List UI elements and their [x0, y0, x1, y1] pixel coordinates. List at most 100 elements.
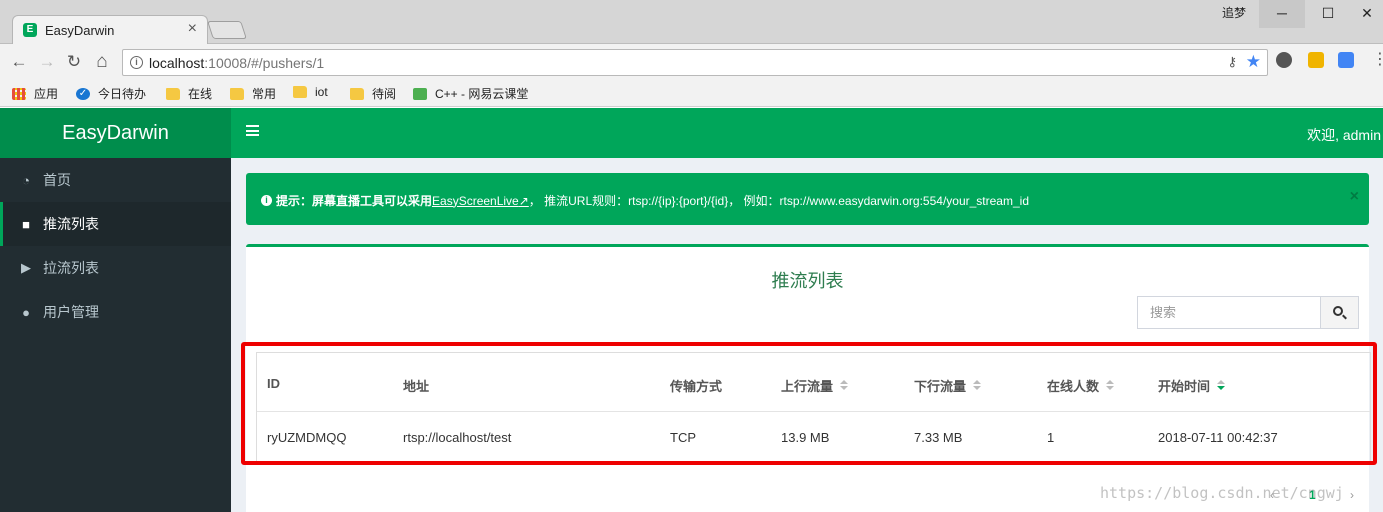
alert-close-icon[interactable]: ×	[1350, 188, 1359, 206]
col-header-label: 上行流量	[781, 379, 834, 394]
sort-icon	[973, 380, 982, 391]
top-navbar: 欢迎, admin	[231, 108, 1383, 158]
tab-close-icon[interactable]: ×	[188, 21, 197, 37]
browser-toolbar: ← → ↻ ⌂ i localhost:10008/#/pushers/1 ⚷ …	[0, 44, 1383, 80]
sidebar-item-pullers[interactable]: ▶ 拉流列表	[0, 246, 231, 290]
bookmark-apps[interactable]: 应用	[12, 85, 58, 102]
bookmark-label: 今日待办	[98, 87, 147, 101]
sort-desc-icon	[1217, 380, 1226, 391]
sidebar-toggle-icon[interactable]	[246, 125, 259, 136]
col-header-in-bytes[interactable]: 上行流量	[781, 376, 849, 395]
cell-transport: TCP	[670, 430, 696, 445]
bookmark-todo[interactable]: ✓ 今日待办	[76, 85, 146, 102]
sort-icon	[1106, 380, 1115, 391]
sidebar-item-label: 首页	[43, 172, 71, 188]
bookmark-label: C++ - 网易云课堂	[435, 87, 529, 101]
cell-id: ryUZMDMQQ	[267, 430, 347, 445]
col-header-label: 下行流量	[914, 379, 967, 394]
netease-course-icon	[413, 87, 427, 100]
site-info-icon[interactable]: i	[130, 56, 143, 69]
folder-icon	[166, 87, 180, 100]
sidebar-item-users[interactable]: ● 用户管理	[0, 290, 231, 334]
bookmarks-bar: 应用 ✓ 今日待办 在线 常用 iot 待阅 C++ - 网易云课堂	[0, 80, 1383, 107]
folder-icon	[350, 87, 364, 100]
forward-arrow-icon[interactable]: →	[36, 51, 58, 73]
col-header-url[interactable]: 地址	[403, 376, 429, 395]
home-icon[interactable]: ⌂	[91, 51, 113, 73]
sidebar-item-label: 用户管理	[43, 304, 99, 320]
sidebar-item-label: 拉流列表	[43, 260, 99, 276]
browser-tab[interactable]: E EasyDarwin ×	[12, 15, 208, 45]
col-header-transport[interactable]: 传输方式	[670, 376, 722, 395]
bookmark-folder-online[interactable]: 在线	[166, 85, 212, 102]
welcome-user[interactable]: 欢迎, admin	[1307, 125, 1381, 145]
minimize-icon[interactable]: ─	[1259, 0, 1305, 28]
password-key-icon[interactable]: ⚷	[1227, 54, 1237, 70]
pushers-box: 推流列表 ID 地址 传输方式 上行流量 下行流量 在线人数 开始时间 ryUZ…	[246, 244, 1371, 512]
sidebar-item-home[interactable]: ◔ 首页	[0, 158, 231, 202]
bookmark-label: 待阅	[372, 87, 397, 101]
header-divider	[257, 411, 1370, 412]
col-header-online[interactable]: 在线人数	[1047, 376, 1115, 395]
back-arrow-icon[interactable]: ←	[8, 51, 30, 73]
search-group	[1137, 296, 1359, 329]
bookmark-label: 应用	[34, 87, 59, 101]
video-camera-icon: ■	[22, 216, 30, 232]
easydarwin-app: EasyDarwin ◔ 首页 ■ 推流列表 ▶ 拉流列表 ● 用户管理 欢迎,…	[0, 108, 1383, 512]
translate-extension-icon[interactable]	[1338, 52, 1354, 68]
evernote-extension-icon[interactable]	[1276, 52, 1292, 68]
alert-message: i 提示：屏幕直播工具可以采用 EasyScreenLive↗ ， 推流URL规…	[261, 192, 1029, 209]
alert-prefix: 提示：屏幕直播工具可以采用	[276, 194, 433, 208]
bookmark-label: 在线	[188, 87, 213, 101]
url-host: localhost	[149, 55, 205, 71]
bookmark-folder-common[interactable]: 常用	[230, 85, 276, 102]
bookmark-folder-toread[interactable]: 待阅	[350, 85, 396, 102]
window-close-icon[interactable]: ✕	[1351, 0, 1383, 28]
content-area: i 提示：屏幕直播工具可以采用 EasyScreenLive↗ ， 推流URL规…	[231, 158, 1383, 512]
sidebar-item-label: 推流列表	[43, 216, 99, 232]
url-text[interactable]: localhost:10008/#/pushers/1	[149, 55, 324, 71]
easyscreenlive-link[interactable]: EasyScreenLive↗	[432, 194, 529, 208]
folder-icon	[293, 86, 307, 98]
bookmark-folder-iot[interactable]: iot	[293, 85, 328, 99]
window-user-label[interactable]: 追梦	[1222, 4, 1246, 21]
check-circle-icon: ✓	[76, 87, 90, 100]
sidebar: EasyDarwin ◔ 首页 ■ 推流列表 ▶ 拉流列表 ● 用户管理	[0, 108, 231, 512]
bookmark-star-icon[interactable]: ★	[1246, 52, 1261, 72]
cell-in-bytes: 13.9 MB	[781, 430, 830, 445]
cell-online: 1	[1047, 430, 1055, 445]
dashboard-icon: ◔	[22, 172, 30, 188]
col-header-start-time[interactable]: 开始时间	[1158, 376, 1226, 395]
search-input[interactable]	[1138, 297, 1333, 328]
bookmark-label: 常用	[252, 87, 277, 101]
folder-icon	[230, 87, 244, 100]
app-logo[interactable]: EasyDarwin	[0, 108, 231, 158]
search-button[interactable]	[1320, 297, 1358, 328]
cell-url: rtsp://localhost/test	[403, 430, 512, 445]
browser-titlebar: E EasyDarwin × 追梦 ─ ☐ ✕	[0, 0, 1383, 45]
alert-rule-text: ， 推流URL规则：rtsp://{ip}:{port}/{id}， 例如：rt…	[528, 194, 1029, 208]
page-title: 推流列表	[771, 271, 844, 291]
external-link-icon: ↗	[518, 193, 529, 208]
url-path: :10008/#/pushers/1	[204, 55, 325, 71]
extension-yellow-icon[interactable]	[1308, 52, 1324, 68]
col-header-label: 传输方式	[670, 379, 723, 394]
maximize-icon[interactable]: ☐	[1305, 0, 1351, 28]
bookmark-cpp-course[interactable]: C++ - 网易云课堂	[413, 85, 528, 102]
address-bar[interactable]: i localhost:10008/#/pushers/1 ⚷ ★	[122, 49, 1268, 76]
search-icon-handle	[1342, 314, 1347, 320]
tab-title: EasyDarwin	[45, 23, 115, 38]
sidebar-item-pushers[interactable]: ■ 推流列表	[0, 202, 231, 246]
col-header-out-bytes[interactable]: 下行流量	[914, 376, 982, 395]
col-header-id[interactable]: ID	[267, 376, 280, 391]
pager-next[interactable]: ›	[1350, 488, 1354, 502]
easydarwin-favicon-icon: E	[23, 23, 37, 37]
alert-link-label: EasyScreenLive	[432, 193, 519, 208]
sort-icon	[840, 380, 849, 391]
pushers-table: ID 地址 传输方式 上行流量 下行流量 在线人数 开始时间 ryUZMDMQQ…	[256, 352, 1371, 462]
tip-alert: i 提示：屏幕直播工具可以采用 EasyScreenLive↗ ， 推流URL规…	[246, 173, 1369, 225]
new-tab-button[interactable]	[207, 21, 247, 39]
reload-icon[interactable]: ↻	[63, 51, 85, 73]
csdn-watermark: https://blog.csdn.net/cngwj	[1100, 484, 1344, 502]
browser-menu-icon[interactable]: ⋮	[1372, 50, 1383, 70]
